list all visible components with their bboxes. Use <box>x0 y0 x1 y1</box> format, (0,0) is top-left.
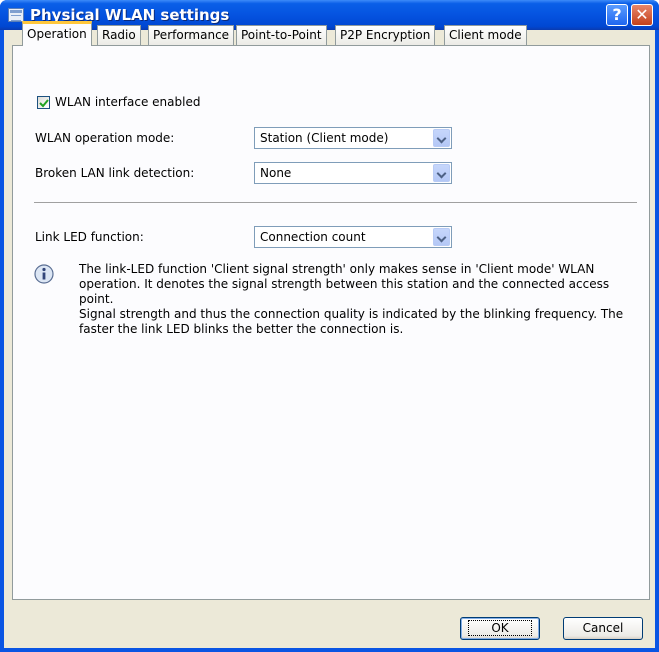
ok-button-label: OK <box>468 620 532 636</box>
checkmark-icon <box>39 99 49 108</box>
info-text-2: Signal strength and thus the connection … <box>79 307 624 336</box>
broken-lan-label: Broken LAN link detection: <box>35 166 195 180</box>
broken-lan-value: None <box>260 166 292 180</box>
broken-lan-select[interactable]: None <box>254 162 452 184</box>
wlan-enabled-checkbox[interactable] <box>37 96 50 109</box>
chevron-down-icon[interactable] <box>433 129 450 147</box>
ok-button[interactable]: OK <box>460 617 540 640</box>
tab-client-mode[interactable]: Client mode <box>444 25 527 45</box>
tab-radio[interactable]: Radio <box>97 25 141 45</box>
chevron-down-icon[interactable] <box>433 228 450 246</box>
close-icon: ✕ <box>635 5 649 24</box>
window-app-icon <box>8 8 24 22</box>
link-led-value: Connection count <box>260 230 366 244</box>
wlan-enabled-label: WLAN interface enabled <box>55 95 201 109</box>
info-message: The link-LED function 'Client signal str… <box>79 262 635 337</box>
help-button[interactable]: ? <box>606 4 628 26</box>
help-icon: ? <box>612 5 622 24</box>
tab-performance[interactable]: Performance <box>148 25 235 45</box>
link-led-select[interactable]: Connection count <box>254 226 452 248</box>
operation-mode-select[interactable]: Station (Client mode) <box>254 127 452 149</box>
tab-operation[interactable]: Operation <box>22 21 92 46</box>
link-led-label: Link LED function: <box>35 230 144 244</box>
operation-mode-label: WLAN operation mode: <box>35 131 175 145</box>
cancel-button[interactable]: Cancel <box>563 617 643 640</box>
tab-p2p-encryption[interactable]: P2P Encryption <box>335 25 436 45</box>
info-icon <box>34 264 54 284</box>
info-text-1: The link-LED function 'Client signal str… <box>79 262 610 306</box>
tab-point-to-point[interactable]: Point-to-Point <box>236 25 327 45</box>
operation-mode-value: Station (Client mode) <box>260 131 389 145</box>
chevron-down-icon[interactable] <box>433 164 450 182</box>
close-button[interactable]: ✕ <box>631 4 653 26</box>
divider <box>34 202 637 203</box>
